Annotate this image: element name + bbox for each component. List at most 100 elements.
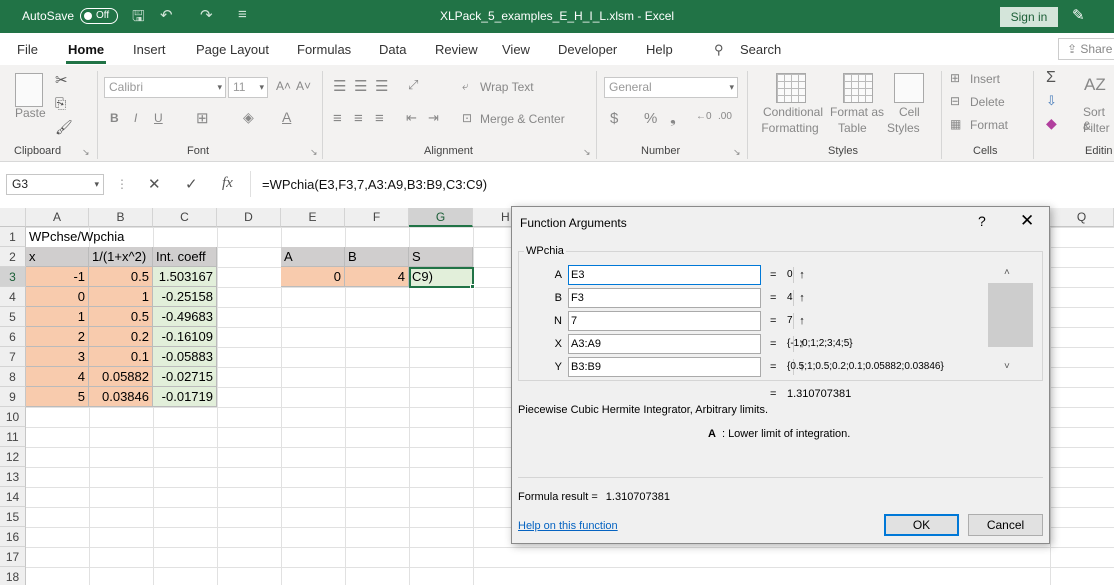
row-header[interactable]: 13 [0,467,26,487]
percent-icon[interactable]: % [644,110,657,127]
sort-filter-icon[interactable]: AZ [1084,75,1106,95]
orientation-icon[interactable]: ⤢ [408,77,418,93]
cell-f2[interactable]: B [345,247,409,267]
cell-x[interactable]: 1 [26,307,89,327]
font-size-select[interactable]: 11 ▾ [228,77,268,98]
format-cells-icon[interactable]: ▦ [950,117,961,131]
wrap-text-icon[interactable]: ⤶ [462,79,469,94]
cell-a2[interactable]: x [26,247,89,267]
cell-e3[interactable]: 0 [281,267,345,287]
help-icon[interactable]: ? [978,213,986,229]
column-header-g[interactable]: G [409,208,473,227]
cell-f3[interactable]: 4 [345,267,409,287]
cell-y[interactable]: 0.03846 [89,387,153,407]
merge-center-icon[interactable]: ⊡ [462,111,472,125]
search-label[interactable]: Search [740,42,781,57]
bold-icon[interactable]: B [110,111,119,125]
ok-button[interactable]: OK [884,514,959,536]
wrap-text-button[interactable]: Wrap Text [480,80,534,94]
row-header[interactable]: 15 [0,507,26,527]
format-as-table-label-1[interactable]: Format as [830,105,884,119]
help-on-function-link[interactable]: Help on this function [518,520,618,532]
row-header[interactable]: 10 [0,407,26,427]
cell-coeff[interactable]: -0.05883 [153,347,217,367]
column-header-q[interactable]: Q [1050,208,1114,227]
row-header[interactable]: 2 [0,247,26,267]
tab-formulas[interactable]: Formulas [297,42,351,57]
column-header-d[interactable]: D [217,208,281,227]
insert-cells-button[interactable]: Insert [970,72,1000,86]
font-name-select[interactable]: Calibri ▾ [104,77,226,98]
conditional-formatting-icon[interactable] [776,73,806,103]
row-header[interactable]: 9 [0,387,26,407]
scroll-thumb[interactable] [988,283,1033,347]
tab-view[interactable]: View [502,42,530,57]
select-all-corner[interactable] [0,208,26,227]
cell-y[interactable]: 0.1 [89,347,153,367]
tab-review[interactable]: Review [435,42,478,57]
formula-input[interactable]: =WPchia(E3,F3,7,A3:A9,B3:B9,C3:C9) [262,177,487,192]
row-header[interactable]: 5 [0,307,26,327]
row-header[interactable]: 16 [0,527,26,547]
autosum-icon[interactable]: Σ [1046,69,1056,87]
row-header[interactable]: 12 [0,447,26,467]
tab-data[interactable]: Data [379,42,406,57]
cell-coeff[interactable]: -0.01719 [153,387,217,407]
column-header-b[interactable]: B [89,208,153,227]
clipboard-launcher-icon[interactable]: ↘ [82,147,90,158]
cell-x[interactable]: -1 [26,267,89,287]
increase-indent-icon[interactable]: ⇥ [428,110,439,126]
increase-font-icon[interactable]: A˄ [276,79,291,93]
row-header[interactable]: 3 [0,267,26,287]
column-header-c[interactable]: C [153,208,217,227]
scroll-up-icon[interactable]: ˄ [1004,267,1010,278]
font-color-icon[interactable]: A [282,109,291,125]
row-header[interactable]: 18 [0,567,26,585]
arg-input-n[interactable]: 7 ↑ [568,311,805,331]
cancel-entry-icon[interactable]: ✕ [148,175,161,193]
cell-x[interactable]: 3 [26,347,89,367]
insert-function-icon[interactable]: fx [222,175,233,192]
arg-input-b[interactable]: F3 ↑ [568,288,805,308]
cut-icon[interactable]: ✂ [55,71,68,89]
share-button[interactable]: ⇪ Share [1058,38,1114,60]
sort-filter-label-2[interactable]: Filter [1083,121,1110,135]
decrease-decimal-icon[interactable]: .00 [718,111,732,122]
number-launcher-icon[interactable]: ↘ [733,147,741,158]
middle-align-icon[interactable]: ☰ [354,77,367,95]
align-left-icon[interactable]: ≡ [333,110,342,127]
tab-page-layout[interactable]: Page Layout [196,42,269,57]
top-align-icon[interactable]: ☰ [333,77,346,95]
align-center-icon[interactable]: ≡ [354,110,363,127]
increase-decimal-icon[interactable]: ←0 [696,111,712,122]
arg-input-a[interactable]: E3 ↑ [568,265,805,285]
alignment-launcher-icon[interactable]: ↘ [583,147,591,158]
column-header-e[interactable]: E [281,208,345,227]
cell-x[interactable]: 5 [26,387,89,407]
row-header[interactable]: 11 [0,427,26,447]
delete-cells-icon[interactable]: ⊟ [950,94,960,108]
cell-styles-icon[interactable] [894,73,924,103]
confirm-entry-icon[interactable]: ✓ [185,175,198,193]
cell-x[interactable]: 4 [26,367,89,387]
column-header-f[interactable]: F [345,208,409,227]
tab-insert[interactable]: Insert [133,42,166,57]
fill-handle[interactable] [470,284,475,289]
cancel-button[interactable]: Cancel [968,514,1043,536]
fill-color-icon[interactable]: ◈ [243,109,254,126]
tab-developer[interactable]: Developer [558,42,617,57]
cell-b2[interactable]: 1/(1+x^2) [89,247,153,267]
decrease-indent-icon[interactable]: ⇤ [406,110,417,126]
comma-style-icon[interactable]: ❟ [670,110,676,127]
cell-y[interactable]: 0.5 [89,267,153,287]
clear-icon[interactable]: ◆ [1046,115,1057,132]
align-right-icon[interactable]: ≡ [375,110,384,127]
fill-icon[interactable]: ⇩ [1046,93,1057,109]
cell-y[interactable]: 0.2 [89,327,153,347]
copy-icon[interactable]: ⎘ [55,95,66,112]
cell-y[interactable]: 0.05882 [89,367,153,387]
decrease-font-icon[interactable]: A˅ [296,79,311,93]
cell-coeff[interactable]: -0.02715 [153,367,217,387]
row-header[interactable]: 17 [0,547,26,567]
cell-g2[interactable]: S [409,247,473,267]
